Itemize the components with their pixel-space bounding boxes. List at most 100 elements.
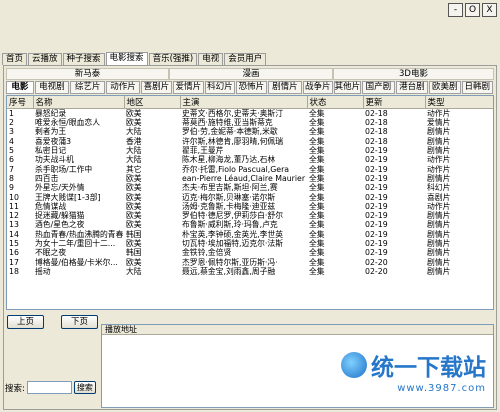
column-header[interactable]: 地区 — [124, 96, 181, 109]
table-cell: 全集 — [309, 220, 325, 230]
category-groups: 新马泰 漫画 3D电影 — [6, 68, 494, 80]
table-cell: 全集 — [309, 201, 325, 211]
table-cell: 全集 — [309, 127, 325, 137]
table-cell: 02-20 — [365, 257, 388, 267]
table-cell: 香港 — [126, 136, 142, 146]
table-cell: 02-19 — [365, 229, 388, 239]
table-cell: 切瓦特·埃加福特,迈克尔·法斯 — [182, 239, 283, 248]
category-tab-5[interactable]: 爱情片 — [173, 81, 204, 94]
table-row[interactable]: 12 捉迷藏/躲猫猫 欧美 罗伯特·德尼罗,伊莉莎白·舒尔 全集 02-19 剧情片 — [7, 211, 493, 220]
table-cell: 陈木星,柳海龙,董乃达,石林 — [182, 155, 276, 165]
table-cell: 02-19 — [365, 146, 388, 156]
table-row[interactable]: 7 杀手职场/工作中 其它 乔尔·托雷,Fiolo Pascual,Gera 全集 02-… — [7, 164, 493, 174]
table-cell: 爱情片 — [427, 118, 451, 128]
table-row[interactable]: 10 王牌大贱谍[1-3部] 欧美 迈克·梅尔斯,贝琳塞·诺尔斯 全集 02-19 喜剧片 — [7, 192, 493, 202]
table-cell: ean-Pierre Léaud,Claire Maurier — [182, 173, 306, 183]
table-cell: 暴怒纪录 — [35, 109, 67, 118]
category-tab-4[interactable]: 喜剧片 — [140, 81, 173, 94]
table-cell: 全集 — [309, 183, 325, 193]
table-cell: 功夫战斗机 — [35, 155, 74, 165]
category-tab-13[interactable]: 欧美剧 — [429, 81, 461, 94]
tab-0[interactable]: 首页 — [2, 53, 28, 65]
table-row[interactable]: 18 摇动 大陆 聂远,蔡金宝,刘雨鑫,周子融 全集 02-20 剧情片 — [7, 267, 493, 276]
table-cell: 捉迷藏/躲猫猫 — [35, 211, 85, 221]
table-cell: 剧情片 — [427, 229, 451, 239]
category-tab-2[interactable]: 综艺片 — [70, 81, 106, 94]
table-cell: 韩国 — [126, 248, 142, 258]
column-header[interactable]: 主演 — [180, 96, 308, 109]
table-cell: 6 — [9, 155, 14, 165]
movie-list[interactable]: 序号 名称 地区 主演 状态 更新 类型 1 暴怒纪录 欧美 史蒂文·西格尔,史蒂夫·奥斯汀 全集 0… — [6, 95, 494, 310]
table-cell: 02-19 — [365, 248, 388, 258]
tab-1[interactable]: 云播放 — [28, 53, 62, 65]
column-header[interactable]: 名称 — [33, 96, 125, 109]
table-cell: 18 — [9, 266, 19, 276]
table-cell: 全集 — [309, 155, 325, 165]
table-cell: 02-19 — [365, 183, 388, 193]
category-tab-11[interactable]: 国产剧 — [362, 81, 395, 94]
tab-4[interactable]: 音乐(强推) — [148, 53, 198, 65]
table-row[interactable]: 4 喜爱夜蒲3 香港 许尔斯,林德肯,廖羽晴,何佩瑞 全集 02-18 剧情片 — [7, 137, 493, 146]
group-manhua[interactable]: 漫画 — [169, 68, 333, 80]
table-cell: 欧美 — [126, 183, 142, 193]
table-row[interactable]: 9 外星忘/天外情 欧美 杰夫·布里吉斯,斯坦·阿兰,赛 全集 02-19 科幻片 — [7, 183, 493, 192]
tab-3[interactable]: 电影搜索 — [105, 52, 148, 65]
category-tab-3[interactable]: 动作片 — [106, 81, 140, 94]
column-header[interactable]: 类型 — [425, 96, 493, 109]
category-tab-7[interactable]: 恐怖片 — [236, 81, 267, 94]
table-cell: 热血青春/热血沸腾的青春 — [35, 229, 124, 239]
table-cell: 12 — [9, 211, 19, 221]
table-row[interactable]: 5 私密日记 大陆 翟菲,王曼芹 全集 02-19 剧情片 — [7, 146, 493, 155]
category-tab-1[interactable]: 电视剧 — [34, 81, 69, 94]
table-row[interactable]: 17 博格曼/伯格曼/卡米尔... 欧美 杰罗恩·佩特尔斯,亚历斯·冯· 全集 02-20… — [7, 257, 493, 267]
table-cell: 科幻片 — [427, 183, 451, 193]
category-tab-0[interactable]: 电影 — [6, 81, 34, 94]
table-cell: 动作片 — [427, 164, 451, 174]
table-row[interactable]: 6 功夫战斗机 大陆 陈木星,柳海龙,董乃达,石林 全集 02-19 动作片 — [7, 155, 493, 164]
tab-5[interactable]: 电视 — [198, 53, 224, 65]
table-cell: 喜剧片 — [427, 192, 451, 202]
category-tab-12[interactable]: 港台剧 — [395, 81, 429, 94]
table-row[interactable]: 13 酒色/星色之夜 欧美 布鲁斯·威利斯,玲·玛鲁,卢克 全集 02-19 剧情片 — [7, 220, 493, 229]
next-page-button[interactable]: 下页 — [61, 315, 98, 329]
table-cell: 剧情片 — [427, 173, 451, 183]
table-cell: 全集 — [309, 192, 325, 202]
table-row[interactable]: 11 危情谋战 欧美 汤姆·克鲁斯,卡梅隆·迪亚兹 全集 02-19 动作片 — [7, 202, 493, 211]
category-tab-10[interactable]: 其他片 — [333, 81, 362, 94]
table-cell: 四百击 — [35, 173, 59, 183]
table-cell: 全集 — [309, 118, 325, 128]
table-cell: 私密日记 — [35, 146, 67, 156]
table-row[interactable]: 3 剩者为王 大陆 罗伯·劳,金妮蒂·本德斯,米歇 全集 02-18 剧情片 — [7, 127, 493, 136]
category-tab-9[interactable]: 战争片 — [302, 81, 333, 94]
table-row[interactable]: 16 不眠之夜 韩国 金铁铃,金倍贤 全集 02-19 剧情片 — [7, 248, 493, 257]
tab-2[interactable]: 种子搜索 — [62, 53, 105, 65]
table-cell: 其它 — [126, 164, 142, 174]
column-header[interactable]: 状态 — [307, 96, 364, 109]
table-row[interactable]: 1 暴怒纪录 欧美 史蒂文·西格尔,史蒂夫·奥斯汀 全集 02-18 动作片 — [7, 109, 493, 119]
maximize-button[interactable]: O — [465, 3, 480, 17]
category-tab-6[interactable]: 科幻片 — [204, 81, 236, 94]
minimize-button[interactable]: - — [448, 3, 463, 17]
close-button[interactable]: X — [482, 3, 497, 17]
group-3d[interactable]: 3D电影 — [333, 68, 494, 80]
prev-page-button[interactable]: 上页 — [7, 315, 44, 329]
table-row[interactable]: 14 热血青春/热血沸腾的青春 韩国 朴宝英,李钟硕,金英光,李世英 全集 02-19 剧情… — [7, 230, 493, 239]
table-cell: 02-19 — [365, 164, 388, 174]
table-cell: 02-18 — [365, 127, 388, 137]
table-row[interactable]: 15 为女十二年/重回十二... 欧美 切瓦特·埃加福特,迈克尔·法斯 全集 02-19 剧… — [7, 239, 493, 248]
table-row[interactable]: 2 唯爱永恒/眼血恋人 欧美 蒂莫西·施特维,亚当斯蒂克 全集 02-18 爱情片 — [7, 118, 493, 127]
category-tab-8[interactable]: 剧情片 — [267, 81, 302, 94]
table-cell: 大陆 — [126, 155, 142, 165]
category-tab-14[interactable]: 日韩剧 — [461, 81, 493, 94]
table-cell: 02-19 — [365, 211, 388, 221]
column-header[interactable]: 更新 — [363, 96, 426, 109]
column-header[interactable]: 序号 — [7, 96, 34, 109]
search-button[interactable]: 搜索 — [73, 381, 96, 394]
table-cell: 罗伯特·德尼罗,伊莉莎白·舒尔 — [182, 211, 283, 221]
tab-6[interactable]: 会员用户 — [224, 53, 267, 65]
table-cell: 全集 — [309, 164, 325, 174]
table-cell: 唯爱永恒/眼血恋人 — [35, 118, 101, 128]
group-xinmatai[interactable]: 新马泰 — [6, 68, 169, 80]
search-input[interactable] — [26, 381, 72, 394]
table-row[interactable]: 8 四百击 欧美 ean-Pierre Léaud,Claire Maurier 全集 0… — [7, 174, 493, 183]
